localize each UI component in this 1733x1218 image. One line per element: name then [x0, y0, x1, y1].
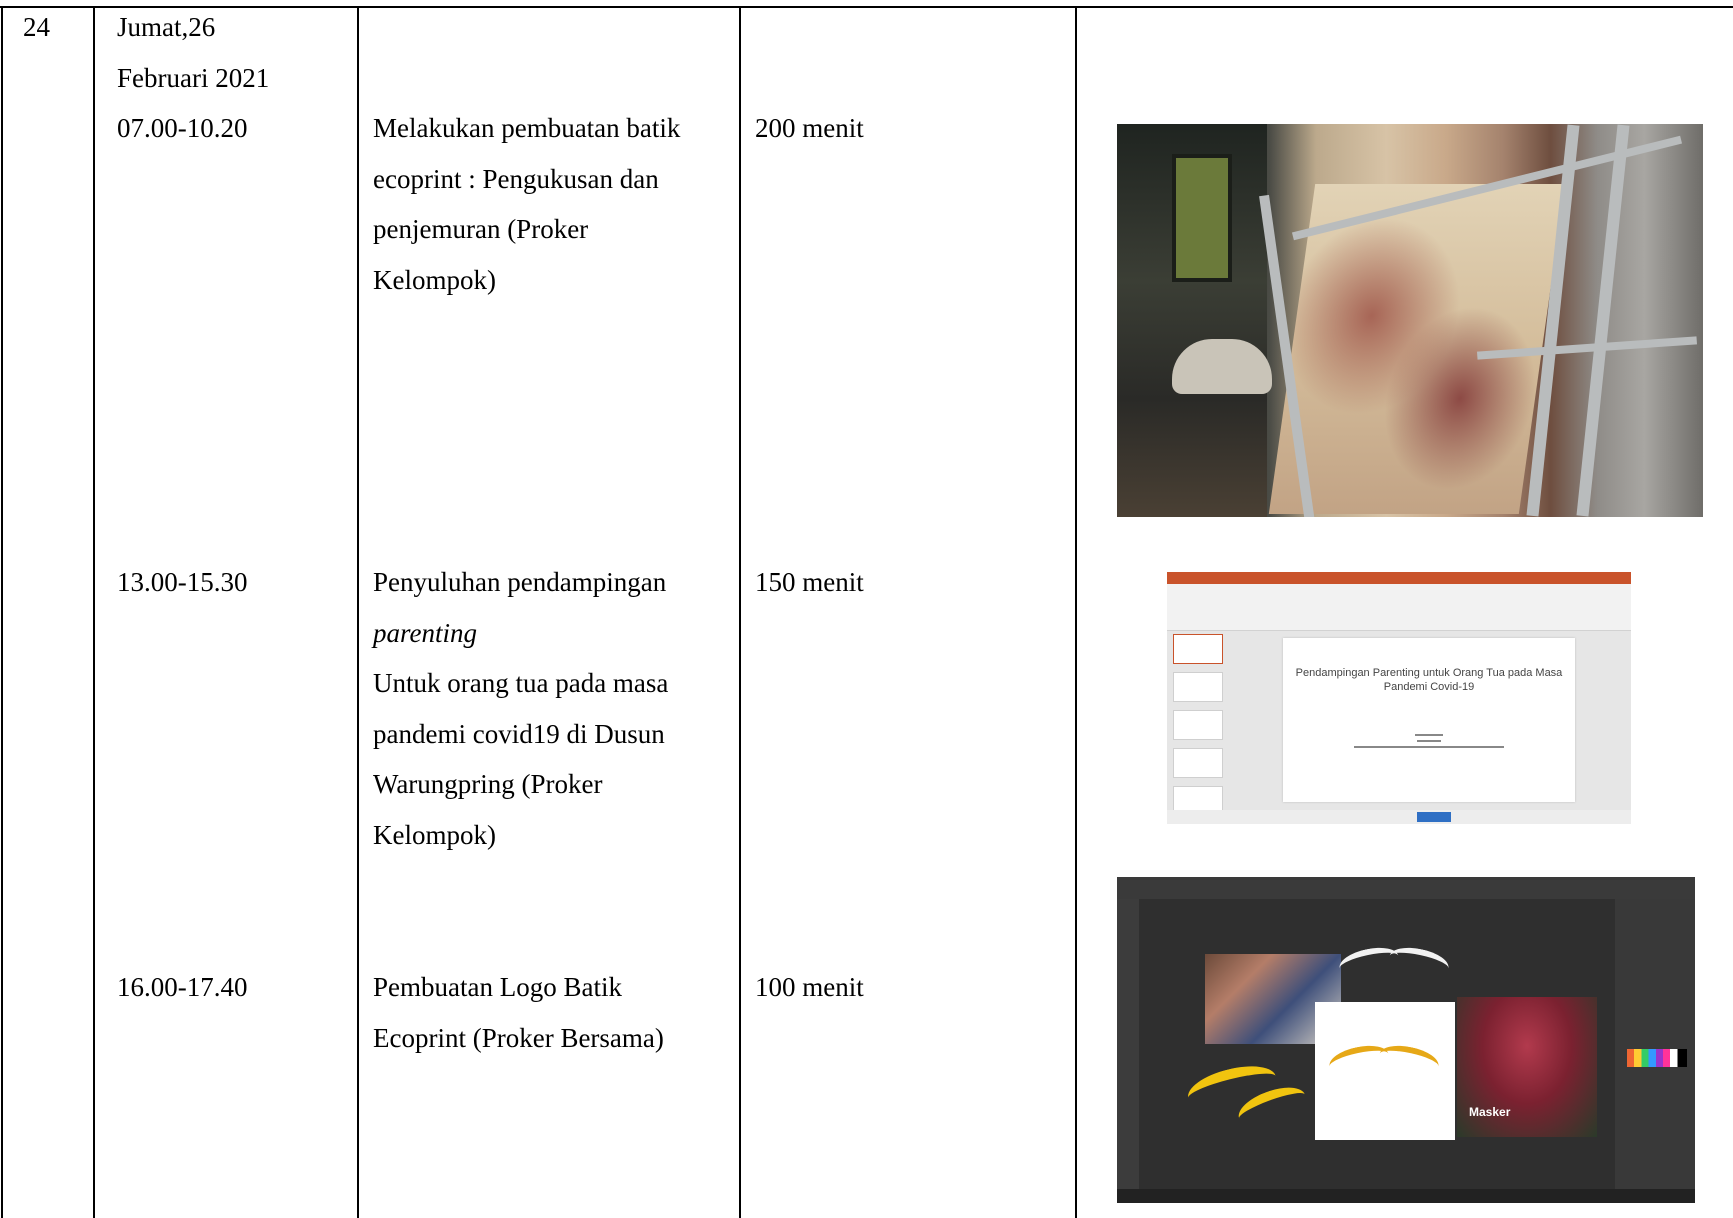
document-page: 24 Jumat,26 Februari 2021 07.00-10.20 Me…	[0, 0, 1733, 1218]
description-line: ecoprint : Pengukusan dan	[373, 163, 659, 194]
ppt-title-bar	[1167, 572, 1631, 584]
slide-thumbnail	[1173, 710, 1223, 740]
activity-time: 13.00-15.30	[117, 567, 248, 597]
description-line: Untuk orang tua pada masa	[373, 668, 669, 698]
column-divider-4	[1075, 6, 1077, 1218]
cloud-ornament	[1172, 339, 1272, 394]
bird-logo-icon	[1386, 943, 1452, 981]
column-divider-3	[739, 6, 741, 1218]
activity-time: 07.00-10.20	[117, 113, 248, 143]
ppt-ribbon-toolbar	[1167, 584, 1631, 631]
description-line: Kelompok)	[373, 819, 496, 850]
logo-design-screenshot: Masker	[1117, 877, 1695, 1203]
date-cell: Jumat,26 Februari 2021	[117, 2, 269, 103]
description-line: penjemuran (Proker	[373, 214, 589, 244]
description-line: Kelompok)	[373, 264, 496, 295]
activity-duration: 200 menit	[755, 113, 864, 143]
drying-rack-pole	[1576, 124, 1630, 517]
activity-time: 16.00-17.40	[117, 972, 248, 1002]
activity-description: Pembuatan Logo Batik Ecoprint (Proker Be…	[373, 962, 664, 1063]
row-number: 24	[23, 12, 50, 42]
ppt-status-button	[1417, 812, 1451, 822]
slide-thumbnail	[1173, 748, 1223, 778]
illustrator-status-bar	[1117, 1189, 1695, 1203]
illustrator-top-bar	[1117, 877, 1695, 899]
column-divider-1	[93, 6, 95, 1218]
description-line: Warungpring (Proker	[373, 769, 603, 799]
activity-description: Penyuluhan pendampingan parenting Untuk …	[373, 557, 668, 860]
activity-duration: 150 menit	[755, 567, 864, 597]
ppt-slide-subtitle-lines	[1283, 730, 1575, 752]
batik-drying-photo	[1117, 124, 1703, 517]
slide-thumbnail	[1173, 672, 1223, 702]
description-line: Pembuatan Logo Batik	[373, 972, 622, 1002]
ppt-slide-title: Pendampingan Parenting untuk Orang Tua p…	[1295, 667, 1563, 693]
masker-label: Masker	[1469, 1105, 1511, 1119]
description-line-italic: parenting	[373, 617, 477, 648]
activity-duration: 100 menit	[755, 972, 864, 1002]
date-day: Jumat,26	[117, 12, 216, 42]
illustrator-properties-panel	[1615, 899, 1695, 1189]
ppt-slide-thumbnails	[1171, 634, 1225, 816]
date-month-year: Februari 2021	[117, 62, 270, 93]
description-line: pandemi covid19 di Dusun	[373, 718, 665, 749]
illustrator-tools-panel	[1117, 899, 1139, 1189]
table-left-border	[1, 6, 3, 1218]
ppt-status-bar	[1167, 810, 1631, 824]
slide-thumbnail	[1173, 634, 1223, 664]
column-divider-2	[357, 6, 359, 1218]
color-swatches	[1627, 1049, 1687, 1067]
description-line: Ecoprint (Proker Bersama)	[373, 1022, 664, 1053]
presentation-screenshot: Pendampingan Parenting untuk Orang Tua p…	[1167, 572, 1631, 824]
description-line: Melakukan pembuatan batik	[373, 113, 681, 143]
window-shape	[1172, 154, 1232, 282]
ppt-slide: Pendampingan Parenting untuk Orang Tua p…	[1283, 638, 1575, 802]
activity-description: Melakukan pembuatan batik ecoprint : Pen…	[373, 103, 680, 305]
description-line: Penyuluhan pendampingan	[373, 567, 667, 597]
